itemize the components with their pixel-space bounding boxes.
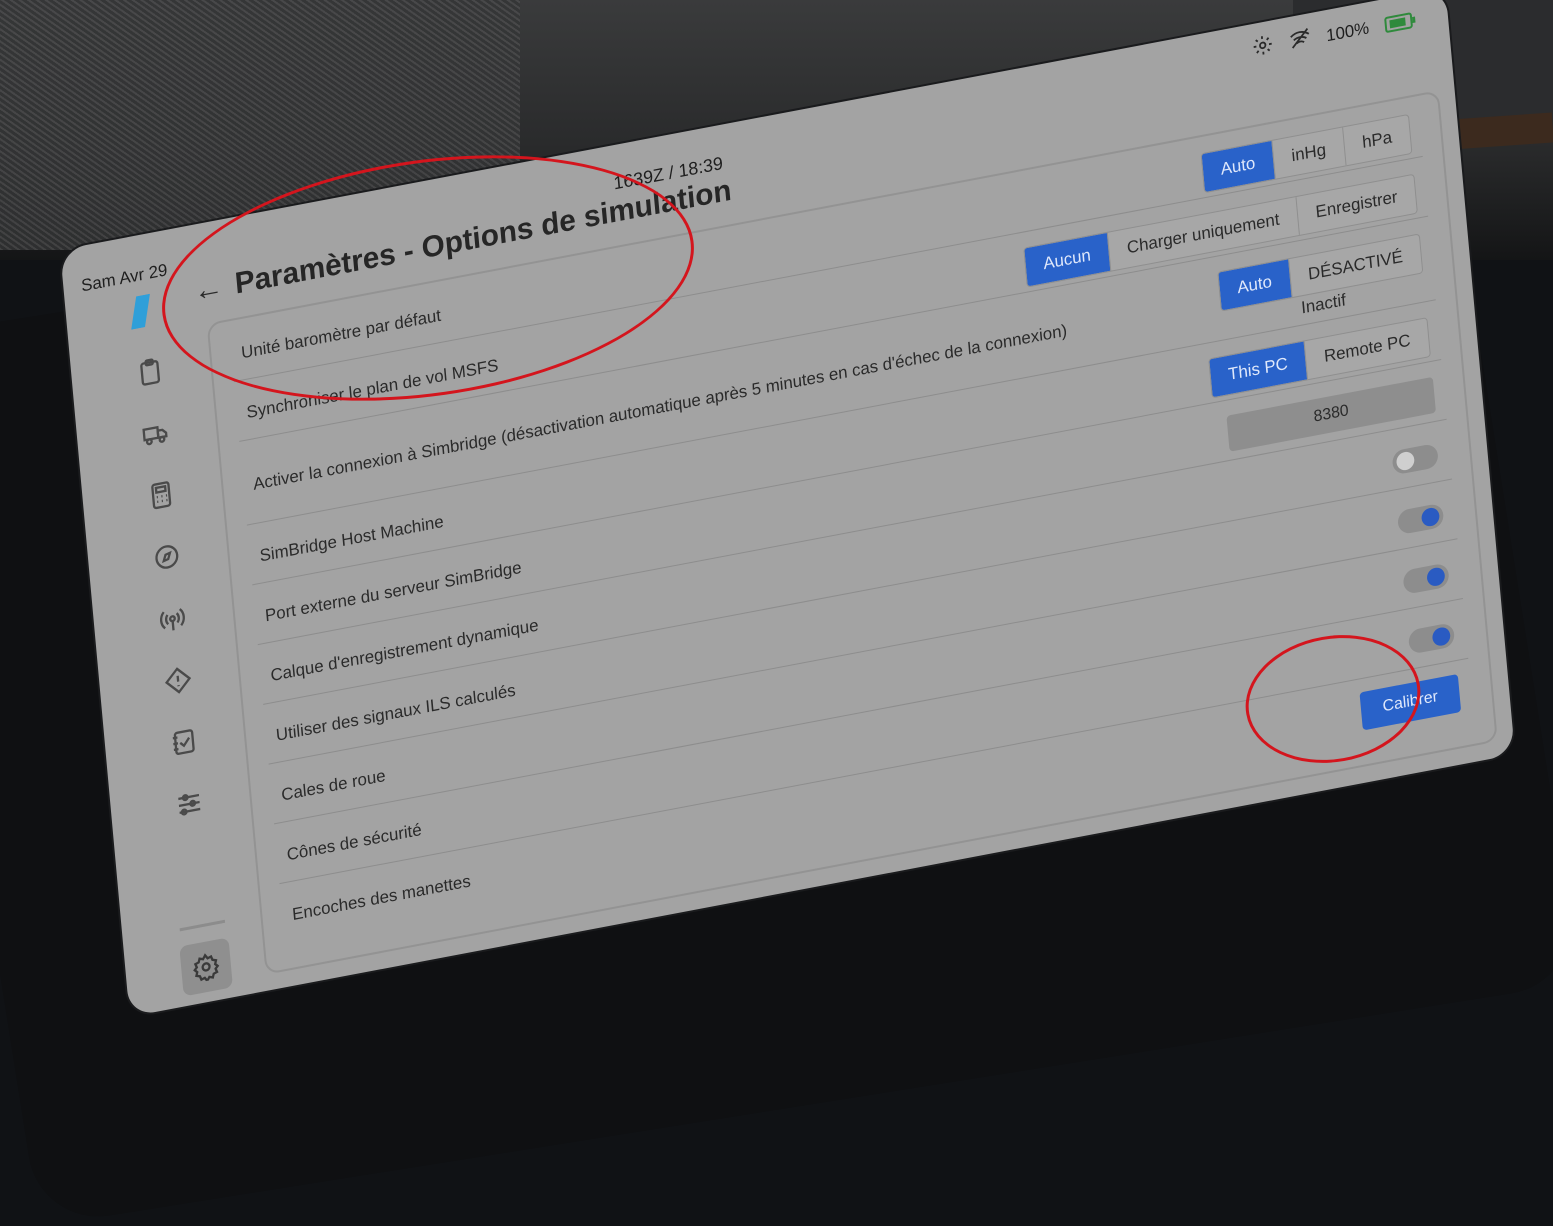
compass-icon[interactable]: [149, 537, 185, 577]
host-option-this-pc[interactable]: This PC: [1208, 341, 1308, 398]
barometer-option-auto[interactable]: Auto: [1201, 141, 1275, 193]
sync-option-none[interactable]: Aucun: [1023, 232, 1111, 287]
sync-option-save[interactable]: Enregistrer: [1295, 174, 1417, 236]
clipboard-icon[interactable]: [132, 352, 168, 392]
simbridge-option-off[interactable]: DÉSACTIVÉ: [1287, 234, 1423, 298]
toggle-knob: [1426, 566, 1446, 588]
safety-cones-toggle[interactable]: [1407, 622, 1456, 655]
truck-icon[interactable]: [137, 413, 173, 453]
battery-percent: 100%: [1325, 17, 1370, 45]
setting-label: Cônes de sécurité: [286, 819, 423, 865]
toggle-knob: [1395, 450, 1416, 472]
wifi-icon: [1288, 26, 1312, 55]
setting-label: Encoches des manettes: [291, 871, 472, 925]
sliders-icon[interactable]: [171, 784, 207, 824]
gear-icon[interactable]: [179, 937, 233, 997]
ils-toggle[interactable]: [1396, 502, 1445, 536]
status-date: Sam Avr 29: [80, 260, 169, 296]
setting-label: SimBridge Host Machine: [258, 511, 445, 566]
calculator-icon[interactable]: [143, 475, 179, 515]
battery-icon: [1384, 11, 1413, 33]
dynamic-registration-toggle[interactable]: [1391, 442, 1439, 476]
sidebar-divider: [179, 919, 226, 932]
host-option-remote-pc[interactable]: Remote PC: [1303, 318, 1430, 380]
setting-label: Cales de roue: [280, 765, 387, 805]
barometer-option-hpa[interactable]: hPa: [1341, 115, 1412, 166]
simbridge-option-auto[interactable]: Auto: [1218, 259, 1292, 311]
gear-icon[interactable]: [1250, 32, 1274, 63]
barometer-option-inhg[interactable]: inHg: [1271, 127, 1346, 179]
logo-icon: [131, 293, 150, 330]
toggle-knob: [1431, 625, 1452, 648]
toggle-knob: [1420, 506, 1441, 528]
checklist-icon[interactable]: [165, 722, 201, 762]
wheel-chocks-toggle[interactable]: [1402, 562, 1450, 595]
antenna-icon[interactable]: [154, 599, 190, 639]
warning-icon[interactable]: [160, 660, 196, 700]
